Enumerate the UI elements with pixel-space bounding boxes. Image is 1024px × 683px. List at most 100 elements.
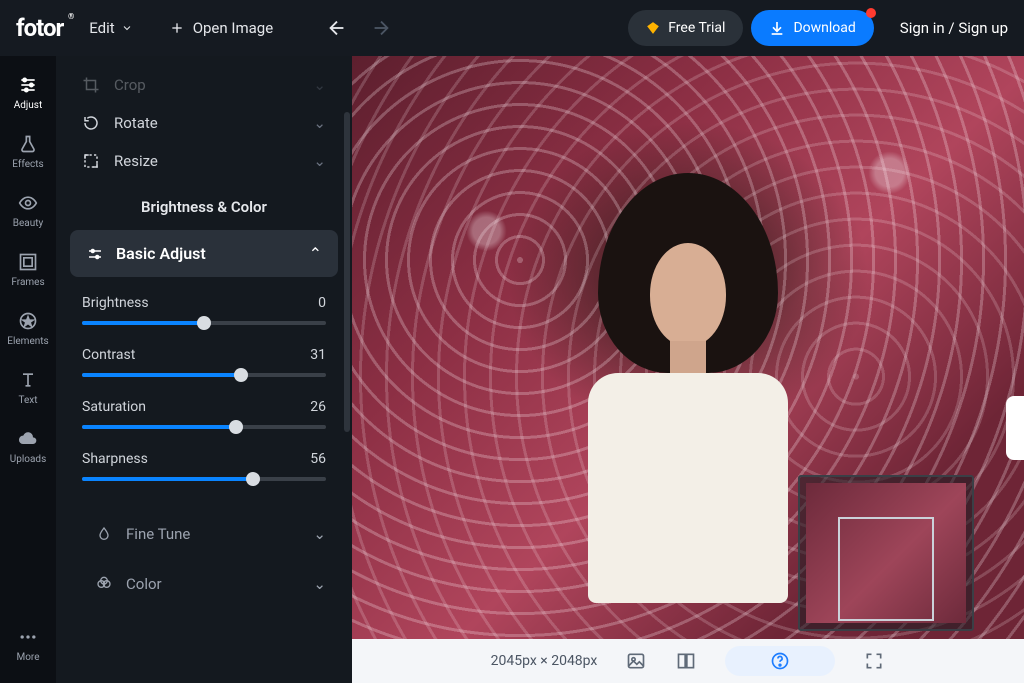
slider-contrast[interactable]: Contrast 31: [82, 347, 326, 377]
slider-brightness[interactable]: Brightness 0: [82, 295, 326, 325]
tool-rail: Adjust Effects Beauty Frames Elements Te…: [0, 56, 56, 683]
chevron-down-icon: ⌄: [313, 152, 326, 170]
image-icon: [626, 651, 646, 671]
resize-icon: [82, 152, 100, 170]
edit-menu[interactable]: Edit: [89, 19, 132, 37]
help-button[interactable]: [725, 646, 835, 676]
plus-icon: [169, 20, 185, 36]
navigator-minimap[interactable]: [798, 475, 974, 631]
history-nav: [321, 12, 397, 44]
slider-value: 31: [310, 347, 326, 363]
crop-icon: [82, 76, 100, 94]
slider-track[interactable]: [82, 373, 326, 377]
adjust-panel: Crop ⌄ Rotate ⌄ Resize ⌄ Brightness & Co…: [56, 56, 352, 683]
split-icon: [676, 651, 696, 671]
cloud-icon: [17, 428, 39, 450]
sub-label: Color: [126, 575, 162, 593]
tool-rotate[interactable]: Rotate ⌄: [56, 104, 352, 142]
top-bar: fotor® Edit Open Image Free Trial Downlo…: [0, 0, 1024, 56]
chevron-down-icon: [121, 22, 133, 34]
rail-label: More: [16, 652, 39, 663]
slider-value: 0: [318, 295, 326, 311]
right-drawer-handle[interactable]: [1006, 396, 1024, 460]
slider-value: 26: [310, 399, 326, 415]
panel-scrollbar[interactable]: [344, 112, 350, 432]
rail-adjust[interactable]: Adjust: [0, 66, 56, 119]
slider-label: Contrast: [82, 347, 135, 363]
rail-label: Frames: [11, 277, 44, 288]
open-image-label: Open Image: [193, 19, 273, 37]
rail-frames[interactable]: Frames: [0, 243, 56, 296]
frame-icon: [17, 251, 39, 273]
tool-label: Resize: [114, 152, 158, 170]
arrow-left-icon: [326, 17, 348, 39]
chevron-down-icon: ⌄: [313, 76, 326, 94]
rail-label: Elements: [7, 336, 48, 347]
edit-label: Edit: [89, 19, 114, 37]
image-dimensions: 2045px × 2048px: [491, 653, 598, 669]
tool-crop[interactable]: Crop ⌄: [56, 66, 352, 104]
slider-value: 56: [310, 451, 326, 467]
slider-sharpness[interactable]: Sharpness 56: [82, 451, 326, 481]
auth-link[interactable]: Sign in / Sign up: [900, 19, 1008, 37]
slider-track[interactable]: [82, 425, 326, 429]
download-button[interactable]: Download: [751, 10, 873, 46]
rail-effects[interactable]: Effects: [0, 125, 56, 178]
free-trial-label: Free Trial: [668, 20, 725, 36]
sub-color[interactable]: Color ⌄: [56, 559, 352, 609]
chevron-down-icon: ⌄: [313, 525, 326, 543]
tool-label: Rotate: [114, 114, 158, 132]
palette-icon: [96, 576, 112, 592]
download-icon: [769, 20, 785, 36]
tune-icon: [86, 245, 104, 263]
chevron-up-icon: ⌃: [309, 244, 322, 263]
sub-fine-tune[interactable]: Fine Tune ⌄: [56, 509, 352, 559]
rail-label: Effects: [12, 159, 43, 170]
logo[interactable]: fotor®: [16, 14, 63, 42]
notification-dot: [866, 8, 876, 18]
rail-label: Beauty: [13, 218, 44, 229]
canvas-area[interactable]: [352, 56, 1024, 639]
drop-icon: [96, 526, 112, 542]
slider-track[interactable]: [82, 321, 326, 325]
compare-toggle[interactable]: [675, 650, 697, 672]
open-image-button[interactable]: Open Image: [169, 19, 273, 37]
diamond-icon: [646, 21, 660, 35]
arrow-right-icon: [370, 17, 392, 39]
undo-button[interactable]: [321, 12, 353, 44]
rail-elements[interactable]: Elements: [0, 302, 56, 355]
rail-beauty[interactable]: Beauty: [0, 184, 56, 237]
logo-text: fotor: [16, 14, 63, 42]
fullscreen-icon: [864, 651, 884, 671]
tool-resize[interactable]: Resize ⌄: [56, 142, 352, 180]
slider-track[interactable]: [82, 477, 326, 481]
flask-icon: [17, 133, 39, 155]
section-title: Brightness & Color: [56, 180, 352, 230]
slider-saturation[interactable]: Saturation 26: [82, 399, 326, 429]
rail-more[interactable]: More: [0, 618, 56, 671]
rail-label: Text: [18, 395, 37, 406]
slider-label: Brightness: [82, 295, 149, 311]
tool-label: Crop: [114, 76, 146, 94]
status-bar: 2045px × 2048px: [352, 639, 1024, 683]
download-label: Download: [793, 20, 855, 36]
image-subject: [558, 173, 818, 593]
navigator-viewport[interactable]: [838, 517, 934, 621]
sub-label: Fine Tune: [126, 525, 190, 543]
chevron-down-icon: ⌄: [313, 575, 326, 593]
slider-label: Saturation: [82, 399, 146, 415]
star-icon: [17, 310, 39, 332]
text-icon: [17, 369, 39, 391]
accordion-label: Basic Adjust: [116, 244, 206, 263]
basic-adjust-accordion[interactable]: Basic Adjust ⌃: [70, 230, 338, 277]
original-toggle[interactable]: [625, 650, 647, 672]
fullscreen-button[interactable]: [863, 650, 885, 672]
rail-text[interactable]: Text: [0, 361, 56, 414]
rail-uploads[interactable]: Uploads: [0, 420, 56, 473]
free-trial-button[interactable]: Free Trial: [628, 10, 743, 46]
rail-label: Adjust: [14, 100, 43, 111]
redo-button[interactable]: [365, 12, 397, 44]
eye-icon: [17, 192, 39, 214]
rotate-icon: [82, 114, 100, 132]
slider-label: Sharpness: [82, 451, 148, 467]
